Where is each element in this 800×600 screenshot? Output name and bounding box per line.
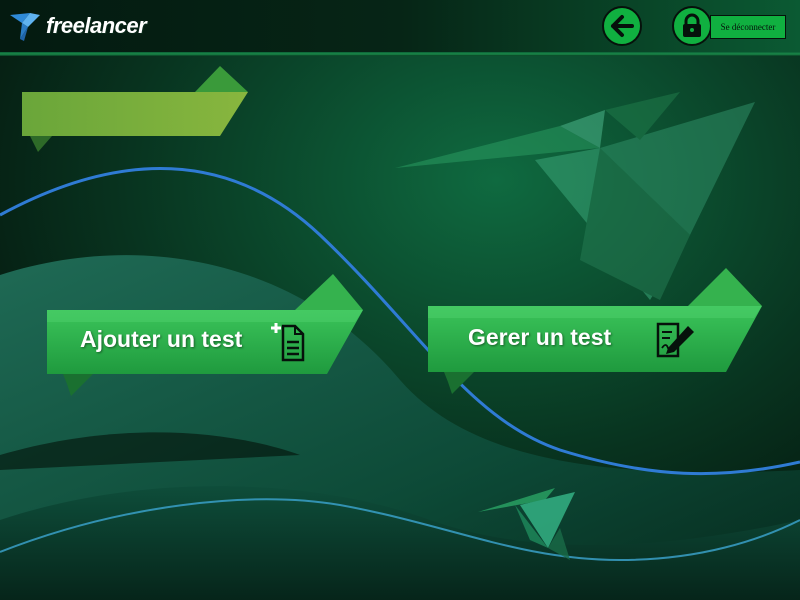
lock-button[interactable] xyxy=(672,6,712,46)
lock-icon xyxy=(683,13,701,37)
manage-test-label: Gerer un test xyxy=(468,324,612,350)
add-test-label: Ajouter un test xyxy=(80,326,243,352)
add-test-button[interactable]: Ajouter un test xyxy=(45,272,365,400)
back-button[interactable] xyxy=(602,6,642,46)
freelancer-logo: freelancer xyxy=(8,8,148,44)
freelancer-bird-icon xyxy=(10,13,40,41)
arrow-left-icon xyxy=(611,15,634,37)
manage-test-button[interactable]: Gerer un test xyxy=(426,266,766,400)
header-divider xyxy=(0,52,800,56)
title-banner-shape xyxy=(22,66,248,152)
screen: freelancer Se déconnecter Ajouter un tes… xyxy=(0,0,800,600)
edit-document-icon xyxy=(656,322,694,358)
add-document-icon xyxy=(271,323,305,362)
logout-button[interactable]: Se déconnecter xyxy=(710,15,786,39)
title-banner xyxy=(20,64,250,156)
logo-text: freelancer xyxy=(46,13,147,38)
